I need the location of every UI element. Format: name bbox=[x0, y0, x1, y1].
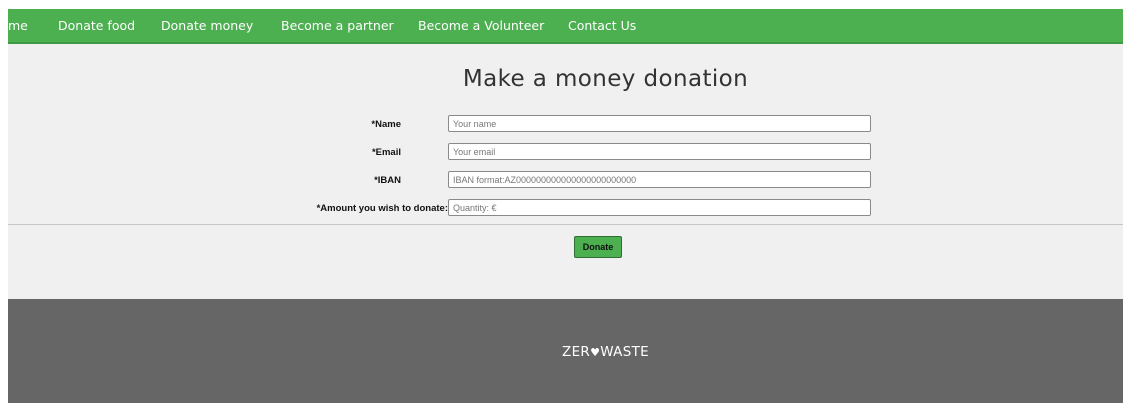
logo-text-start: ZER bbox=[562, 344, 591, 360]
nav-item-become-volunteer[interactable]: Become a Volunteer bbox=[418, 9, 544, 42]
footer: ZER♥WASTE bbox=[8, 299, 1123, 403]
page-container: me Donate food Donate money Become a par… bbox=[8, 9, 1123, 403]
nav-item-become-partner[interactable]: Become a partner bbox=[281, 9, 394, 42]
name-label: *Name bbox=[371, 119, 401, 130]
logo-text-end: WASTE bbox=[600, 344, 649, 360]
email-input[interactable] bbox=[448, 143, 871, 160]
form-divider bbox=[8, 224, 1123, 225]
amount-label: *Amount you wish to donate: bbox=[316, 203, 448, 214]
nav-item-contact-us[interactable]: Contact Us bbox=[568, 9, 636, 42]
iban-input[interactable] bbox=[448, 171, 871, 188]
footer-logo: ZER♥WASTE bbox=[8, 344, 1123, 360]
top-nav: me Donate food Donate money Become a par… bbox=[8, 9, 1123, 44]
nav-item-donate-money[interactable]: Donate money bbox=[161, 9, 253, 42]
nav-item-home[interactable]: me bbox=[8, 9, 28, 42]
email-label: *Email bbox=[371, 147, 401, 158]
name-input[interactable] bbox=[448, 115, 871, 132]
amount-input[interactable] bbox=[448, 199, 871, 216]
nav-item-donate-food[interactable]: Donate food bbox=[58, 9, 135, 42]
donate-button[interactable]: Donate bbox=[574, 236, 622, 258]
iban-label: *IBAN bbox=[374, 175, 401, 186]
heart-icon: ♥ bbox=[590, 346, 601, 359]
page-title: Make a money donation bbox=[462, 66, 749, 92]
